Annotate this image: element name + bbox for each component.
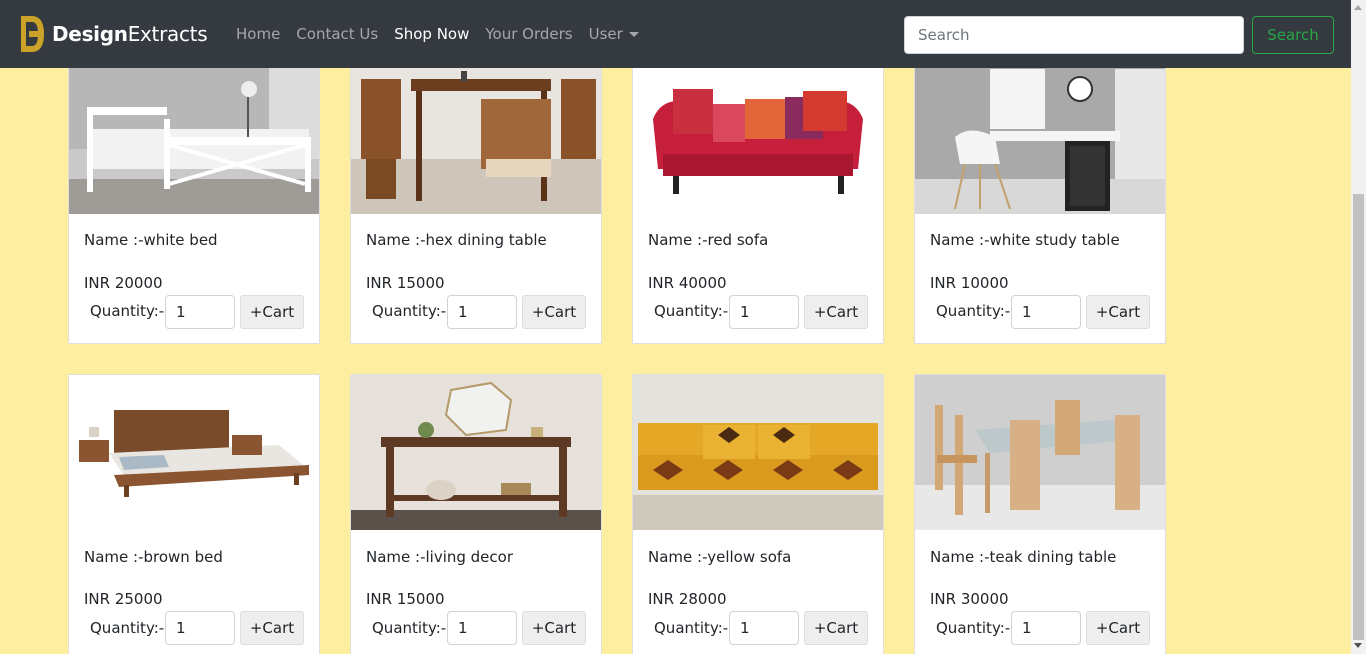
add-to-cart-button[interactable]: +Cart: [804, 295, 868, 329]
product-name: Name :-hex dining table: [366, 231, 547, 249]
product-name: Name :-living decor: [366, 548, 514, 566]
product-price: INR 15000: [366, 590, 445, 608]
scrollbar-thumb[interactable]: [1353, 194, 1364, 640]
brand-link[interactable]: DesignExtracts: [18, 14, 208, 54]
quantity-input[interactable]: [729, 611, 799, 645]
quantity-input[interactable]: [165, 611, 235, 645]
quantity-label: Quantity:-: [654, 619, 729, 637]
product-price: INR 10000: [930, 274, 1009, 292]
yellow-sofa-image: [633, 375, 883, 530]
quantity-label: Quantity:-: [936, 619, 1011, 637]
product-name: Name :-teak dining table: [930, 548, 1117, 566]
quantity-label: Quantity:-: [372, 302, 447, 320]
quantity-input[interactable]: [165, 295, 235, 329]
quantity-label: Quantity:-: [90, 619, 165, 637]
product-card: Name :-white study table INR 10000 Quant…: [914, 58, 1166, 344]
dining-table-image: [351, 59, 601, 214]
product-name: Name :-yellow sofa: [648, 548, 792, 566]
nav-shop-now[interactable]: Shop Now: [394, 25, 469, 43]
nav-user-dropdown[interactable]: User: [589, 25, 639, 43]
quantity-input[interactable]: [447, 611, 517, 645]
quantity-input[interactable]: [1011, 611, 1081, 645]
product-price: INR 20000: [84, 274, 163, 292]
product-card: Name :-hex dining table INR 15000 Quanti…: [350, 58, 602, 344]
quantity-input[interactable]: [447, 295, 517, 329]
product-card: Name :-teak dining table INR 30000 Quant…: [914, 374, 1166, 654]
white-bed-image: [69, 59, 319, 214]
product-price: INR 40000: [648, 274, 727, 292]
add-to-cart-button[interactable]: +Cart: [240, 611, 304, 645]
navbar: DesignExtracts Home Contact Us Shop Now …: [0, 0, 1351, 68]
search-input[interactable]: [904, 16, 1244, 54]
add-to-cart-button[interactable]: +Cart: [522, 611, 586, 645]
quantity-label: Quantity:-: [372, 619, 447, 637]
living-decor-image: [351, 375, 601, 530]
quantity-label: Quantity:-: [90, 302, 165, 320]
scroll-down-icon[interactable]: [1351, 640, 1366, 652]
brown-bed-image: [69, 375, 319, 530]
quantity-input[interactable]: [1011, 295, 1081, 329]
product-name: Name :-brown bed: [84, 548, 223, 566]
quantity-input[interactable]: [729, 295, 799, 329]
product-price: INR 28000: [648, 590, 727, 608]
scroll-up-icon[interactable]: [1351, 2, 1366, 14]
add-to-cart-button[interactable]: +Cart: [522, 295, 586, 329]
add-to-cart-button[interactable]: +Cart: [804, 611, 868, 645]
nav-user-label: User: [588, 25, 623, 43]
nav-contact-us[interactable]: Contact Us: [296, 25, 378, 43]
product-price: INR 30000: [930, 590, 1009, 608]
product-card: Name :-yellow sofa INR 28000 Quantity:- …: [632, 374, 884, 654]
brand-name: DesignExtracts: [52, 22, 208, 46]
product-name: Name :-red sofa: [648, 231, 769, 249]
page-scrollbar[interactable]: [1351, 0, 1366, 654]
search-button[interactable]: Search: [1252, 16, 1334, 54]
teak-dining-image: [915, 375, 1165, 530]
chevron-down-icon: [628, 32, 639, 37]
product-card: Name :-white bed INR 20000 Quantity:- +C…: [68, 58, 320, 344]
study-table-image: [915, 59, 1165, 214]
product-card: Name :-red sofa INR 40000 Quantity:- +Ca…: [632, 58, 884, 344]
product-card: Name :-living decor INR 15000 Quantity:-…: [350, 374, 602, 654]
product-price: INR 25000: [84, 590, 163, 608]
nav-home[interactable]: Home: [236, 25, 280, 43]
add-to-cart-button[interactable]: +Cart: [240, 295, 304, 329]
add-to-cart-button[interactable]: +Cart: [1086, 295, 1150, 329]
product-name: Name :-white bed: [84, 231, 218, 249]
quantity-label: Quantity:-: [936, 302, 1011, 320]
red-sofa-image: [633, 59, 883, 214]
product-name: Name :-white study table: [930, 231, 1120, 249]
product-card: Name :-brown bed INR 25000 Quantity:- +C…: [68, 374, 320, 654]
brand-logo-icon: [21, 16, 44, 52]
nav-your-orders[interactable]: Your Orders: [485, 25, 572, 43]
add-to-cart-button[interactable]: +Cart: [1086, 611, 1150, 645]
product-price: INR 15000: [366, 274, 445, 292]
quantity-label: Quantity:-: [654, 302, 729, 320]
